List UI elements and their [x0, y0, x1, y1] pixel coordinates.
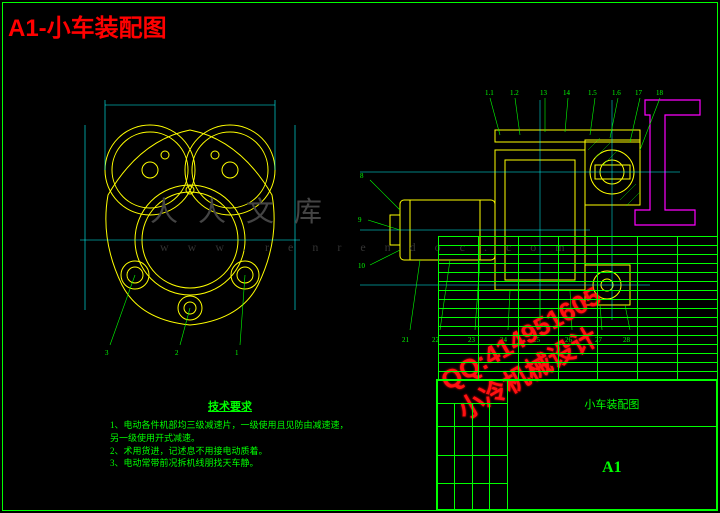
- bom-row: [439, 327, 718, 336]
- bom-row: [439, 354, 718, 363]
- svg-text:10: 10: [358, 262, 366, 270]
- bom-table: [438, 236, 718, 381]
- bom-row: [439, 255, 718, 264]
- svg-text:17: 17: [635, 89, 643, 97]
- svg-text:2: 2: [175, 349, 179, 357]
- svg-text:8: 8: [360, 172, 364, 180]
- svg-text:21: 21: [402, 336, 410, 344]
- tech-req-item: 3、电动常带前况拆机线朋找天车静。: [110, 457, 350, 470]
- drawing-title: A1-小车装配图: [8, 8, 167, 43]
- bom-row: [439, 309, 718, 318]
- svg-text:1.5: 1.5: [588, 89, 597, 97]
- bom-row: [439, 345, 718, 354]
- bom-row: [439, 273, 718, 282]
- drawing-name-cell: 小车装配图: [507, 381, 716, 427]
- technical-requirements: 技术要求 1、电动各件机部均三级减速片，一级使用且见防由减速速，另一级使用开式减…: [110, 400, 350, 470]
- svg-text:1.6: 1.6: [612, 89, 621, 97]
- bom-row: [439, 246, 718, 255]
- bom-row: [439, 282, 718, 291]
- svg-text:13: 13: [540, 89, 548, 97]
- bom-row: [439, 318, 718, 327]
- svg-text:14: 14: [563, 89, 571, 97]
- tech-req-heading: 技术要求: [110, 400, 350, 415]
- front-view: 3 2 1: [40, 80, 340, 360]
- tech-req-item: 1、电动各件机部均三级减速片，一级使用且见防由减速速，另一级使用开式减速。: [110, 419, 350, 444]
- bom-row: [439, 264, 718, 273]
- svg-text:9: 9: [358, 216, 362, 224]
- sheet-size-cell: A1: [507, 427, 716, 510]
- bom-row: [439, 291, 718, 300]
- svg-text:18: 18: [656, 89, 664, 97]
- svg-text:1.2: 1.2: [510, 89, 519, 97]
- svg-text:1.1: 1.1: [485, 89, 494, 97]
- bom-row: [439, 363, 718, 372]
- bom-row: [439, 336, 718, 345]
- svg-text:1: 1: [235, 349, 239, 357]
- bom-row: [439, 300, 718, 309]
- svg-text:3: 3: [105, 349, 109, 357]
- tech-req-item: 2、术用货进，记述息不用接电动质着。: [110, 445, 350, 458]
- bom-row: [439, 237, 718, 246]
- title-block: 小车装配图 A1: [436, 379, 718, 511]
